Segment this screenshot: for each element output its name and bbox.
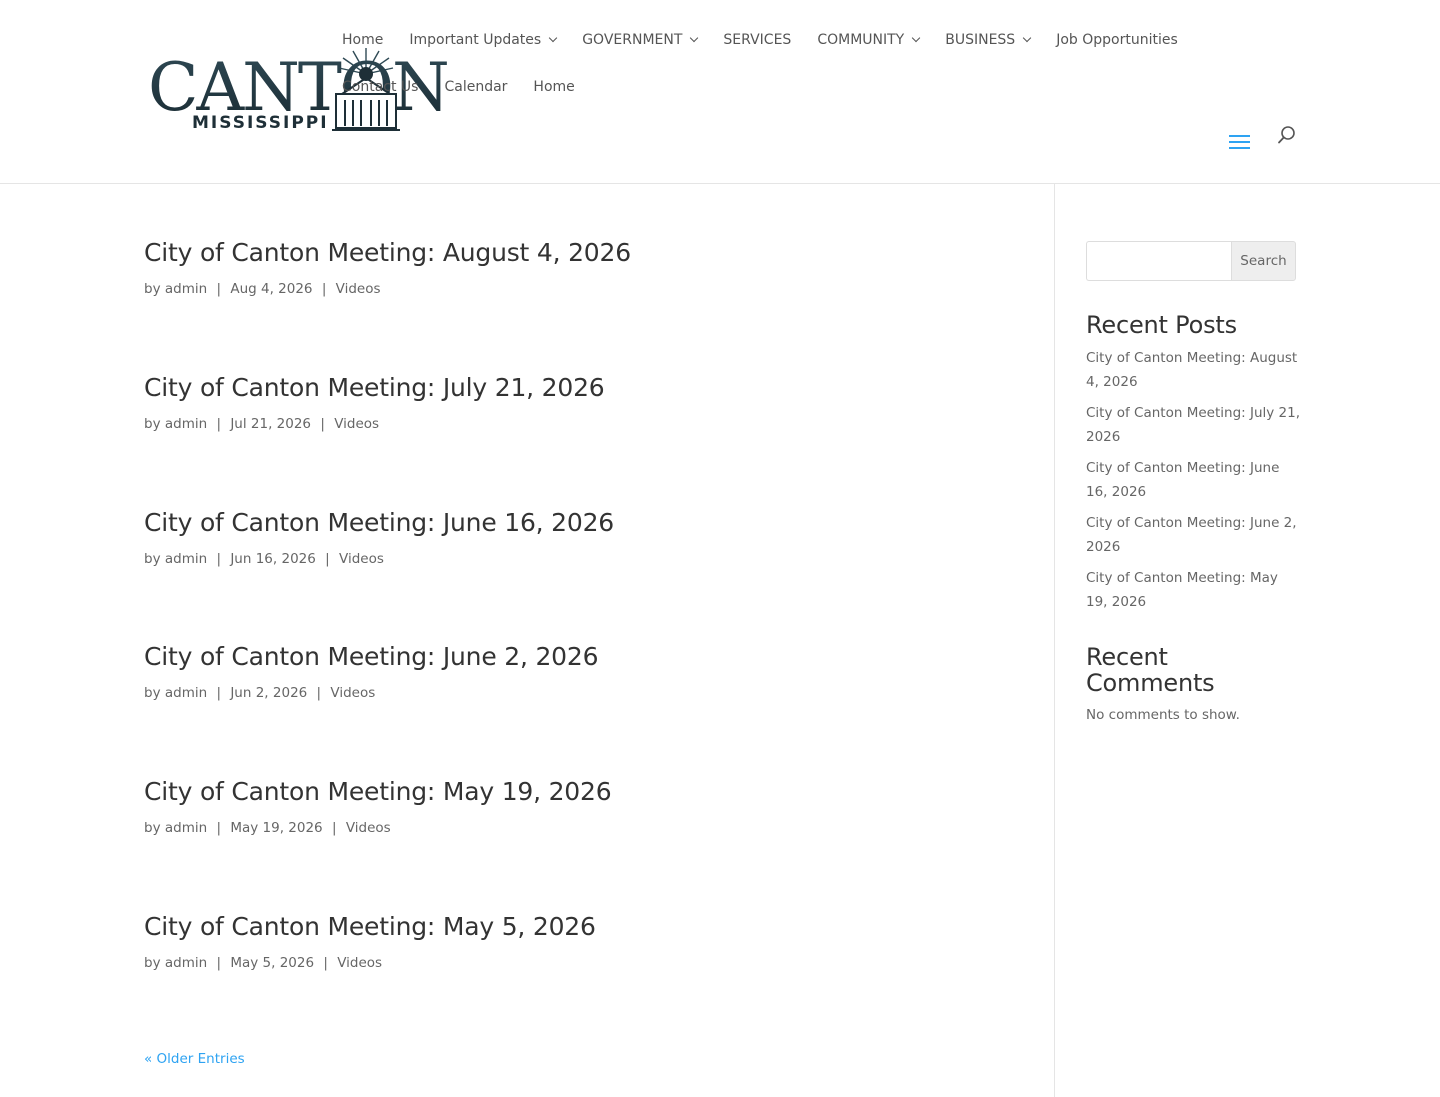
post-item: City of Canton Meeting: July 21, 2026 by… [144,372,1004,433]
post-title[interactable]: City of Canton Meeting: June 2, 2026 [144,641,1004,673]
hamburger-menu-icon[interactable] [1229,133,1251,149]
meta-separator: | [216,820,222,836]
post-category-link[interactable]: Videos [339,551,384,567]
meta-separator: | [323,955,328,971]
post-meta: by admin | May 5, 2026 | Videos [144,954,1004,972]
secondary-nav: Contact Us Calendar Home [342,77,601,97]
nav-item-label: Important Updates [409,32,542,48]
post-date: Jun 2, 2026 [230,685,308,701]
chevron-down-icon [1022,33,1032,43]
sidebar-search-input[interactable] [1086,241,1231,281]
post-item: City of Canton Meeting: May 5, 2026 by a… [144,911,1004,972]
meta-by: by [144,551,161,567]
post-item: City of Canton Meeting: May 19, 2026 by … [144,776,1004,837]
post-title[interactable]: City of Canton Meeting: June 16, 2026 [144,507,1004,539]
post-item: City of Canton Meeting: June 2, 2026 by … [144,641,1004,702]
recent-posts-title: Recent Posts [1086,311,1237,339]
meta-by: by [144,281,161,297]
post-category-link[interactable]: Videos [337,955,382,971]
nav-item-contact-us[interactable]: Contact Us [342,79,418,95]
meta-separator: | [320,416,325,432]
meta-separator: | [216,281,222,297]
nav-item-important-updates[interactable]: Important Updates [409,32,558,48]
post-item: City of Canton Meeting: June 16, 2026 by… [144,507,1004,568]
primary-nav: Home Important Updates GOVERNMENT SERVIC… [342,30,1204,50]
post-category-link[interactable]: Videos [334,416,379,432]
recent-post-link[interactable]: City of Canton Meeting: June 16, 2026 [1086,456,1301,504]
older-entries-link[interactable]: « Older Entries [144,1051,245,1067]
recent-comments-empty: No comments to show. [1086,707,1240,723]
post-date: Jul 21, 2026 [230,416,312,432]
meta-by: by [144,416,161,432]
post-meta: by admin | May 19, 2026 | Videos [144,819,1004,837]
post-title[interactable]: City of Canton Meeting: July 21, 2026 [144,372,1004,404]
recent-post-link[interactable]: City of Canton Meeting: May 19, 2026 [1086,566,1301,614]
post-date: Aug 4, 2026 [230,281,313,297]
post-title[interactable]: City of Canton Meeting: August 4, 2026 [144,237,1004,269]
nav-item-services[interactable]: SERVICES [723,32,791,48]
search-icon[interactable] [1276,124,1298,146]
meta-separator: | [216,551,222,567]
nav-item-label: Home [342,32,384,48]
logo-subtitle: MISSISSIPPI [192,113,329,133]
nav-item-job-opportunities[interactable]: Job Opportunities [1056,32,1178,48]
nav-item-label: Calendar [444,79,508,95]
meta-separator: | [321,281,327,297]
sidebar-divider [1054,184,1055,1097]
sidebar-search-button[interactable]: Search [1231,241,1296,281]
meta-by: by [144,955,161,971]
post-author-link[interactable]: admin [165,281,207,297]
post-category-link[interactable]: Videos [330,685,375,701]
meta-separator: | [216,685,222,701]
post-category-link[interactable]: Videos [346,820,391,836]
post-date: May 19, 2026 [230,820,323,836]
post-author-link[interactable]: admin [165,820,207,836]
post-title[interactable]: City of Canton Meeting: May 19, 2026 [144,776,1004,808]
meta-separator: | [216,955,222,971]
post-meta: by admin | Jun 16, 2026 | Videos [144,550,1004,568]
post-author-link[interactable]: admin [165,551,207,567]
post-item: City of Canton Meeting: August 4, 2026 b… [144,237,1004,298]
nav-item-business[interactable]: BUSINESS [945,32,1032,48]
recent-comments-title: Recent Comments [1086,643,1215,697]
sidebar: Search Recent Posts City of Canton Meeti… [1086,241,1300,723]
meta-separator: | [331,820,337,836]
meta-separator: | [216,416,222,432]
chevron-down-icon [911,33,921,43]
nav-item-label: COMMUNITY [817,32,905,48]
nav-item-label: BUSINESS [945,32,1016,48]
post-category-link[interactable]: Videos [336,281,381,297]
nav-item-home-2[interactable]: Home [533,79,574,95]
post-meta: by admin | Jun 2, 2026 | Videos [144,684,1004,702]
nav-item-label: GOVERNMENT [582,32,683,48]
meta-separator: | [316,685,322,701]
nav-item-label: Home [533,79,575,95]
nav-item-label: SERVICES [723,32,792,48]
post-title[interactable]: City of Canton Meeting: May 5, 2026 [144,911,1004,943]
recent-post-link[interactable]: City of Canton Meeting: July 21, 2026 [1086,401,1301,449]
nav-item-label: Contact Us [342,79,419,95]
nav-item-label: Job Opportunities [1056,32,1178,48]
post-date: Jun 16, 2026 [230,551,316,567]
meta-separator: | [325,551,330,567]
chevron-down-icon [548,33,558,43]
nav-item-government[interactable]: GOVERNMENT [582,32,699,48]
recent-posts-list: City of Canton Meeting: August 4, 2026 C… [1086,346,1301,621]
meta-by: by [144,685,161,701]
post-meta: by admin | Aug 4, 2026 | Videos [144,280,1004,298]
nav-item-home[interactable]: Home [342,32,383,48]
nav-item-community[interactable]: COMMUNITY [817,32,921,48]
site-header: CANTON MISSISSIPPI Home Important Update… [0,0,1440,184]
recent-post-link[interactable]: City of Canton Meeting: August 4, 2026 [1086,346,1301,394]
post-author-link[interactable]: admin [165,685,207,701]
post-meta: by admin | Jul 21, 2026 | Videos [144,415,1004,433]
meta-by: by [144,820,161,836]
post-author-link[interactable]: admin [165,955,207,971]
post-date: May 5, 2026 [230,955,315,971]
recent-post-link[interactable]: City of Canton Meeting: June 2, 2026 [1086,511,1301,559]
chevron-down-icon [690,33,699,43]
post-author-link[interactable]: admin [165,416,207,432]
sidebar-search-form: Search [1086,241,1296,281]
nav-item-calendar[interactable]: Calendar [444,79,507,95]
